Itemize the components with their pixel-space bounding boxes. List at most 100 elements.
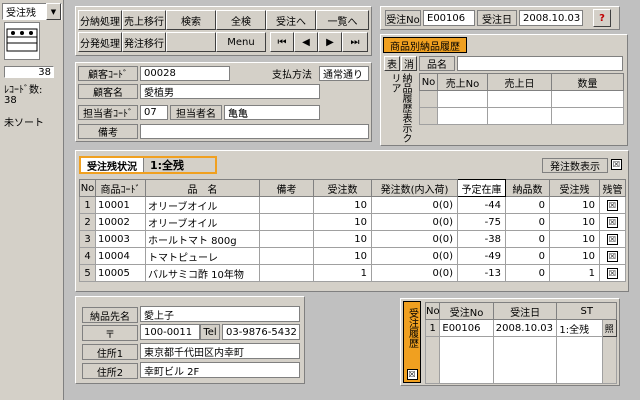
status-value: 1:全残 <box>143 158 215 172</box>
history-clear-button[interactable]: 消 <box>401 56 417 71</box>
order-history-panel: 受注履歴 ☒ No 受注No 受注日 ST 1 E00106 2008.10.0… <box>400 298 620 386</box>
search-button[interactable]: 検索 <box>166 10 216 30</box>
table-row[interactable]: 2 10002 オリーブオイル 10 0(0) -75 0 10 ☒ <box>79 213 626 231</box>
view-combo[interactable]: 受注残 ▼ <box>2 3 62 20</box>
address1-label: 住所1 <box>82 344 138 360</box>
to-list-button[interactable]: 一覧へ <box>316 10 369 30</box>
table-row[interactable]: 3 10003 ホールトマト 800g 10 0(0) -38 0 10 ☒ <box>79 230 626 248</box>
remaining-checkbox[interactable]: ☒ <box>599 213 626 231</box>
history-show-button[interactable]: 表 <box>384 56 400 71</box>
order-date-label: 受注日 <box>477 10 517 26</box>
remaining-checkbox[interactable]: ☒ <box>599 196 626 214</box>
col-note: 備考 <box>259 179 314 197</box>
table-row[interactable]: 4 10004 トマトピューレ 10 0(0) -49 0 10 ☒ <box>79 247 626 265</box>
product-name-field[interactable] <box>457 56 623 71</box>
customer-name-label: 顧客名 <box>78 84 138 99</box>
col-sales-date: 売上日 <box>487 73 552 91</box>
prev-record-icon[interactable]: ◀ <box>294 32 318 52</box>
next-record-icon[interactable]: ▶ <box>318 32 342 52</box>
left-sidebar: 受注残 ▼ 38 ﾚｺｰﾄﾞ数: 38 未ソート <box>0 0 64 400</box>
col-status: ST <box>556 302 617 320</box>
record-count-label: ﾚｺｰﾄﾞ数: <box>4 84 43 96</box>
count-field: 38 <box>4 66 54 78</box>
table-row[interactable] <box>419 90 624 108</box>
col-expected-stock: 予定在庫 <box>457 179 506 197</box>
order-show-checkbox[interactable]: ☒ <box>611 159 622 170</box>
payment-method-field[interactable]: 通常通り <box>319 66 369 81</box>
help-icon[interactable]: ? <box>593 9 611 27</box>
zip-field[interactable]: 100-0011 <box>140 324 200 340</box>
col-quantity: 数量 <box>551 73 624 91</box>
to-order-button[interactable]: 受注へ <box>266 10 316 30</box>
order-header: 受注No E00106 受注日 2008.10.03 ? <box>380 6 620 30</box>
table-row[interactable]: 1 10001 オリーブオイル 10 0(0) -44 0 10 ☒ <box>79 196 626 214</box>
delivery-name-label: 納品先名 <box>82 307 138 323</box>
col-no: No <box>424 302 441 320</box>
col-order-no: 受注No <box>439 302 494 320</box>
sales-transfer-button[interactable]: 売上移行 <box>122 10 166 30</box>
product-history-table: No 売上No 売上日 数量 <box>419 73 624 125</box>
blank-button[interactable] <box>166 32 216 52</box>
binder-icon <box>4 22 40 60</box>
order-date-value[interactable]: 2008.10.03 <box>519 10 583 26</box>
product-history-title: 商品別納品履歴 <box>383 37 467 53</box>
address2-label: 住所2 <box>82 363 138 379</box>
last-record-icon[interactable]: ⏭ <box>342 32 368 52</box>
col-order-qty: 受注数 <box>313 179 372 197</box>
product-name-label: 品名 <box>419 56 455 71</box>
payment-method-label: 支払方法 <box>266 66 318 81</box>
toolbar: 分納処理 売上移行 検索 全検 受注へ 一覧へ 分発処理 発注移行 Menu ⏮… <box>75 6 372 56</box>
col-no: No <box>419 73 438 91</box>
delivery-name-field[interactable]: 愛上子 <box>140 306 300 322</box>
tel-field[interactable]: 03-9876-5432 <box>222 324 300 340</box>
chevron-down-icon[interactable]: ▼ <box>46 3 61 20</box>
col-delivered: 納品数 <box>505 179 550 197</box>
order-transfer-button[interactable]: 発注移行 <box>122 32 166 52</box>
col-product-code: 商品ｺｰﾄﾞ <box>95 179 146 197</box>
staff-code-label: 担当者ｺｰﾄﾞ <box>78 105 138 120</box>
product-history-panel: 商品別納品履歴 表 消 品名 納品履歴表示クリア No 売上No 売上日 数量 <box>380 34 628 146</box>
remaining-checkbox[interactable]: ☒ <box>599 264 626 282</box>
customer-code-field[interactable]: 00028 <box>140 66 230 81</box>
items-table: No 商品ｺｰﾄﾞ 品 名 備考 受注数 発注数(内入荷) 予定在庫 納品数 受… <box>79 179 626 282</box>
order-no-value[interactable]: E00106 <box>423 10 475 26</box>
order-history-checkbox[interactable]: ☒ <box>406 369 418 380</box>
staff-name-label: 担当者名 <box>170 105 222 120</box>
col-no: No <box>79 179 96 197</box>
col-sales-no: 売上No <box>437 73 488 91</box>
search-all-button[interactable]: 全検 <box>216 10 266 30</box>
partial-order-button[interactable]: 分発処理 <box>78 32 122 52</box>
col-remaining: 受注残 <box>549 179 600 197</box>
zip-label: 〒 <box>82 325 138 341</box>
menu-button[interactable]: Menu <box>216 32 266 52</box>
col-remaining-mgmt: 残管 <box>599 179 626 197</box>
col-ordered: 発注数(内入荷) <box>371 179 458 197</box>
customer-panel: 顧客ｺｰﾄﾞ 00028 支払方法 通常通り 顧客名 愛植男 担当者ｺｰﾄﾞ 0… <box>75 62 372 142</box>
staff-code-field[interactable]: 07 <box>140 105 168 120</box>
note-field[interactable] <box>140 124 369 139</box>
record-count-value: 38 <box>4 94 17 106</box>
remaining-checkbox[interactable]: ☒ <box>599 230 626 248</box>
tel-label: Tel <box>200 324 220 340</box>
address2-field[interactable]: 幸町ビル 2F <box>140 362 300 378</box>
staff-name-field[interactable]: 亀亀 <box>224 105 320 120</box>
view-order-button[interactable]: 照 <box>601 319 618 337</box>
order-history-label: 受注履歴 ☒ <box>403 301 421 383</box>
customer-code-label: 顧客ｺｰﾄﾞ <box>78 66 138 81</box>
table-row[interactable]: 1 E00106 2008.10.03 1:全残 照 <box>424 319 618 337</box>
order-no-label: 受注No <box>385 10 421 26</box>
history-vertical-label: 納品履歴表示クリア <box>389 73 411 143</box>
table-row[interactable]: 5 10005 バルサミコ酢 10年物 1 0(0) -13 0 1 ☒ <box>79 264 626 282</box>
table-row[interactable] <box>419 107 624 125</box>
status-title-box: 受注残状況 1:全残 <box>79 156 217 174</box>
first-record-icon[interactable]: ⏮ <box>270 32 294 52</box>
delivery-panel: 納品先名 愛上子 〒 100-0011 Tel 03-9876-5432 住所1… <box>75 296 305 384</box>
address1-field[interactable]: 東京都千代田区内幸町 <box>140 343 300 359</box>
partial-delivery-button[interactable]: 分納処理 <box>78 10 122 30</box>
table-row[interactable] <box>424 336 618 384</box>
customer-name-field[interactable]: 愛植男 <box>140 84 320 99</box>
order-history-table: No 受注No 受注日 ST 1 E00106 2008.10.03 1:全残 … <box>424 302 618 384</box>
note-label: 備考 <box>78 124 138 139</box>
view-combo-value: 受注残 <box>6 8 36 19</box>
remaining-checkbox[interactable]: ☒ <box>599 247 626 265</box>
